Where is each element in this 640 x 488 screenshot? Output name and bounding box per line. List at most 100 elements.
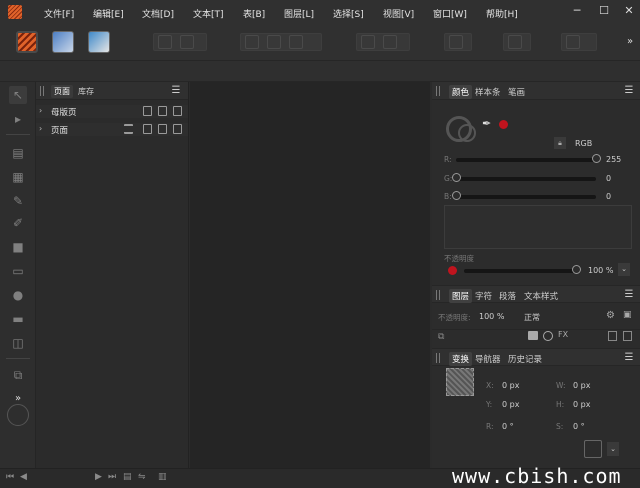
add-page-icon[interactable] bbox=[143, 124, 152, 134]
first-page-icon[interactable]: ⏮ bbox=[6, 472, 14, 482]
layer-opacity-value[interactable]: 100 % bbox=[479, 312, 504, 321]
crop-tool-icon[interactable]: ⧉ bbox=[9, 366, 27, 384]
green-slider-knob[interactable] bbox=[452, 173, 461, 182]
duplicate-page-icon[interactable] bbox=[158, 106, 167, 116]
arrange-layers-icon[interactable]: ⧉ bbox=[438, 332, 444, 342]
y-value[interactable]: 0 px bbox=[502, 400, 519, 409]
opacity-dropdown-icon[interactable]: ⌄ bbox=[618, 263, 630, 276]
tab-navigator[interactable]: 导航器 bbox=[475, 353, 501, 365]
tab-swatches[interactable]: 样本条 bbox=[475, 86, 501, 98]
menu-help[interactable]: 帮助[H] bbox=[486, 7, 518, 20]
tab-stroke[interactable]: 笔画 bbox=[508, 86, 525, 98]
node-tool-icon[interactable]: ▸ bbox=[9, 110, 27, 128]
tab-layers[interactable]: 图层 bbox=[449, 289, 473, 303]
lock-layer-icon[interactable]: ▣ bbox=[623, 310, 632, 320]
text-frame-tool-icon[interactable]: ▤ bbox=[9, 144, 27, 162]
menu-file[interactable]: 文件[F] bbox=[44, 7, 74, 20]
next-page-icon[interactable]: ▶ bbox=[95, 472, 102, 482]
tab-color[interactable]: 颜色 bbox=[449, 85, 473, 99]
page-options-icon[interactable] bbox=[124, 124, 133, 134]
h-value[interactable]: 0 px bbox=[573, 400, 590, 409]
panel-menu-icon[interactable]: ☰ bbox=[624, 85, 634, 96]
r-value[interactable]: 0 ° bbox=[502, 422, 514, 431]
panel-menu-icon[interactable]: ☰ bbox=[624, 289, 634, 300]
toolbar-group-4[interactable] bbox=[444, 33, 472, 51]
spread-view-icon[interactable]: ⇋ bbox=[138, 472, 146, 482]
toolbar-more-icon[interactable]: » bbox=[627, 36, 633, 47]
maximize-button[interactable]: ☐ bbox=[597, 4, 611, 18]
blue-slider-knob[interactable] bbox=[452, 191, 461, 200]
pen-tool-icon[interactable]: ✎ bbox=[9, 192, 27, 210]
toolbar-group-5[interactable] bbox=[503, 33, 531, 51]
red-value[interactable]: 255 bbox=[606, 155, 621, 164]
toolbar-group-6[interactable] bbox=[561, 33, 597, 51]
pin-icon[interactable] bbox=[361, 35, 375, 49]
anchor-point-selector[interactable] bbox=[446, 368, 474, 396]
arrange-icon[interactable] bbox=[566, 35, 580, 49]
minimize-button[interactable]: ─ bbox=[570, 4, 584, 18]
close-button[interactable]: ✕ bbox=[622, 4, 636, 18]
green-value[interactable]: 0 bbox=[606, 174, 611, 183]
chevron-right-icon[interactable]: › bbox=[39, 106, 42, 115]
frame-icon[interactable] bbox=[289, 35, 303, 49]
toolbar-group-2[interactable] bbox=[240, 33, 322, 51]
align-icon[interactable] bbox=[508, 35, 522, 49]
menu-text[interactable]: 文本[T] bbox=[193, 7, 224, 20]
transform-icon[interactable] bbox=[449, 35, 463, 49]
green-slider-track[interactable] bbox=[456, 177, 596, 181]
toolbar-group-1[interactable] bbox=[153, 33, 207, 51]
opacity-slider-track[interactable] bbox=[464, 269, 576, 273]
color-picker-icon[interactable] bbox=[7, 404, 29, 426]
rectangle-tool-icon[interactable]: ■ bbox=[9, 238, 27, 256]
settings-gear-icon[interactable]: ⚙ bbox=[606, 310, 615, 321]
photo-persona-icon[interactable] bbox=[52, 31, 74, 53]
image-icon[interactable] bbox=[245, 35, 259, 49]
add-page-icon[interactable] bbox=[143, 106, 152, 116]
transform-options-button[interactable] bbox=[584, 440, 602, 458]
adjustment-icon[interactable] bbox=[543, 331, 553, 341]
place-tool-icon[interactable]: ◫ bbox=[9, 334, 27, 352]
menu-document[interactable]: 文档[D] bbox=[142, 7, 174, 20]
x-value[interactable]: 0 px bbox=[502, 381, 519, 390]
panel-grip-icon[interactable] bbox=[40, 86, 44, 96]
menu-window[interactable]: 窗口[W] bbox=[433, 7, 467, 20]
current-color-swatch[interactable] bbox=[499, 120, 508, 129]
delete-page-icon[interactable] bbox=[173, 124, 182, 134]
lock-icon[interactable]: 🔒︎ bbox=[554, 137, 566, 149]
color-mode-select[interactable]: RGB bbox=[575, 139, 592, 148]
publisher-persona-icon[interactable] bbox=[16, 31, 38, 53]
delete-layer-icon[interactable] bbox=[623, 331, 632, 341]
master-pages-row[interactable]: › 母版页 bbox=[36, 105, 188, 118]
tab-history[interactable]: 历史记录 bbox=[508, 353, 542, 365]
pencil-tool-icon[interactable]: ✐ bbox=[9, 214, 27, 232]
menu-select[interactable]: 选择[S] bbox=[333, 7, 364, 20]
document-canvas[interactable] bbox=[190, 82, 430, 468]
grid-icon[interactable] bbox=[158, 35, 172, 49]
stroke-ring-icon[interactable] bbox=[458, 124, 476, 142]
opacity-slider-knob[interactable] bbox=[572, 265, 581, 274]
opacity-value[interactable]: 100 % bbox=[588, 266, 613, 275]
tab-paragraph[interactable]: 段落 bbox=[499, 290, 516, 302]
tab-transform[interactable]: 变换 bbox=[449, 352, 473, 366]
color-picker-icon[interactable]: ✒ bbox=[482, 117, 491, 130]
s-value[interactable]: 0 ° bbox=[573, 422, 585, 431]
panel-grip-icon[interactable] bbox=[436, 290, 440, 300]
panel-menu-icon[interactable]: ☰ bbox=[624, 352, 634, 363]
transform-options-dropdown-icon[interactable]: ⌄ bbox=[607, 442, 619, 456]
page-view-icon[interactable]: ▤ bbox=[123, 472, 132, 482]
document-info-icon[interactable]: ▥ bbox=[158, 472, 167, 482]
tab-pages[interactable]: 页面 bbox=[51, 85, 73, 98]
chevron-right-icon[interactable]: › bbox=[39, 124, 42, 133]
toolbar-group-3[interactable] bbox=[356, 33, 410, 51]
duplicate-page-icon[interactable] bbox=[158, 124, 167, 134]
last-page-icon[interactable]: ⏭ bbox=[108, 472, 116, 482]
snap-icon[interactable] bbox=[180, 35, 194, 49]
dot-icon[interactable] bbox=[383, 35, 397, 49]
menu-layer[interactable]: 图层[L] bbox=[284, 7, 314, 20]
panel-grip-icon[interactable] bbox=[436, 353, 440, 363]
fx-icon[interactable]: FX bbox=[558, 330, 568, 339]
pages-row[interactable]: › 页面 bbox=[36, 123, 188, 136]
tab-text-styles[interactable]: 文本样式 bbox=[524, 290, 558, 302]
delete-page-icon[interactable] bbox=[173, 106, 182, 116]
panel-menu-icon[interactable]: ☰ bbox=[171, 85, 181, 96]
